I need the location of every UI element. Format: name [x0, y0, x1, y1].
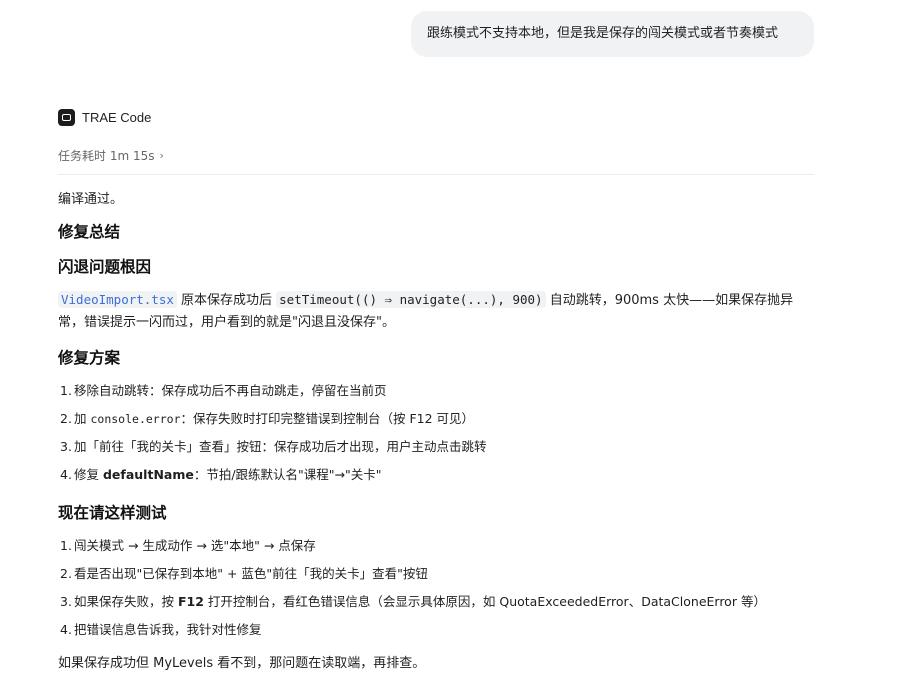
root-cause-text-1: 原本保存成功后 [176, 293, 277, 308]
list-item: 3. 如果保存失败，按 F12 打开控制台，看红色错误信息（会显示具体原因，如 Q… [60, 594, 766, 609]
root-cause-paragraph: VideoImport.tsx 原本保存成功后 setTimeout(() ⇒ … [58, 289, 818, 334]
heading-root-cause: 闪退问题根因 [58, 258, 152, 276]
list-item: 4. 把错误信息告诉我，我针对性修复 [60, 622, 262, 637]
file-link-videoimport[interactable]: VideoImport.tsx [58, 291, 177, 308]
agent-header: TRAE Code [58, 108, 151, 126]
compile-status: 编译通过。 [58, 192, 124, 207]
agent-response: 编译通过。 修复总结 闪退问题根因 VideoImport.tsx 原本保存成功… [58, 189, 818, 674]
bold-default-name: defaultName [102, 467, 194, 482]
list-item: 1. 闯关模式 → 生成动作 → 选"本地" → 点保存 [60, 538, 316, 553]
list-item: 2. 加 console.error：保存失败时打印完整错误到控制台（按 F12 … [60, 411, 475, 426]
chevron-right-icon: › [159, 149, 164, 162]
task-duration-text: 任务耗时 1m 15s [58, 149, 155, 163]
heading-fix-plan: 修复方案 [58, 349, 121, 367]
list-item: 3. 加「前往「我的关卡」查看」按钮：保存成功后才出现，用户主动点击跳转 [60, 439, 487, 454]
divider [58, 174, 814, 175]
heading-test-steps: 现在请这样测试 [58, 504, 167, 522]
list-item: 1. 移除自动跳转：保存成功后不再自动跳走，停留在当前页 [60, 383, 387, 398]
inline-code-console-error: console.error [90, 412, 181, 426]
final-note: 如果保存成功但 MyLevels 看不到，那问题在读取端，再排查。 [58, 656, 426, 671]
user-message-bubble: 跟练模式不支持本地，但是我是保存的闯关模式或者节奏模式 [411, 11, 814, 57]
inline-code-settimeout: setTimeout(() ⇒ navigate(...), 900) [276, 291, 546, 308]
terminal-window-icon [58, 108, 75, 126]
list-item: 4. 修复 defaultName：节拍/跟练默认名"课程"→"关卡" [60, 467, 382, 482]
task-duration-toggle[interactable]: 任务耗时 1m 15s › [58, 147, 164, 164]
fix-plan-list: 1. 移除自动跳转：保存成功后不再自动跳走，停留在当前页 2. 加 console.… [58, 377, 818, 489]
user-message-text: 跟练模式不支持本地，但是我是保存的闯关模式或者节奏模式 [427, 26, 779, 41]
heading-fix-summary: 修复总结 [58, 223, 121, 241]
bold-f12: F12 [177, 594, 204, 609]
agent-name: TRAE Code [82, 109, 152, 125]
test-steps-list: 1. 闯关模式 → 生成动作 → 选"本地" → 点保存 2. 看是否出现"已保存到… [58, 532, 818, 644]
list-item: 2. 看是否出现"已保存到本地" + 蓝色"前往「我的关卡」查看"按钮 [60, 566, 428, 581]
